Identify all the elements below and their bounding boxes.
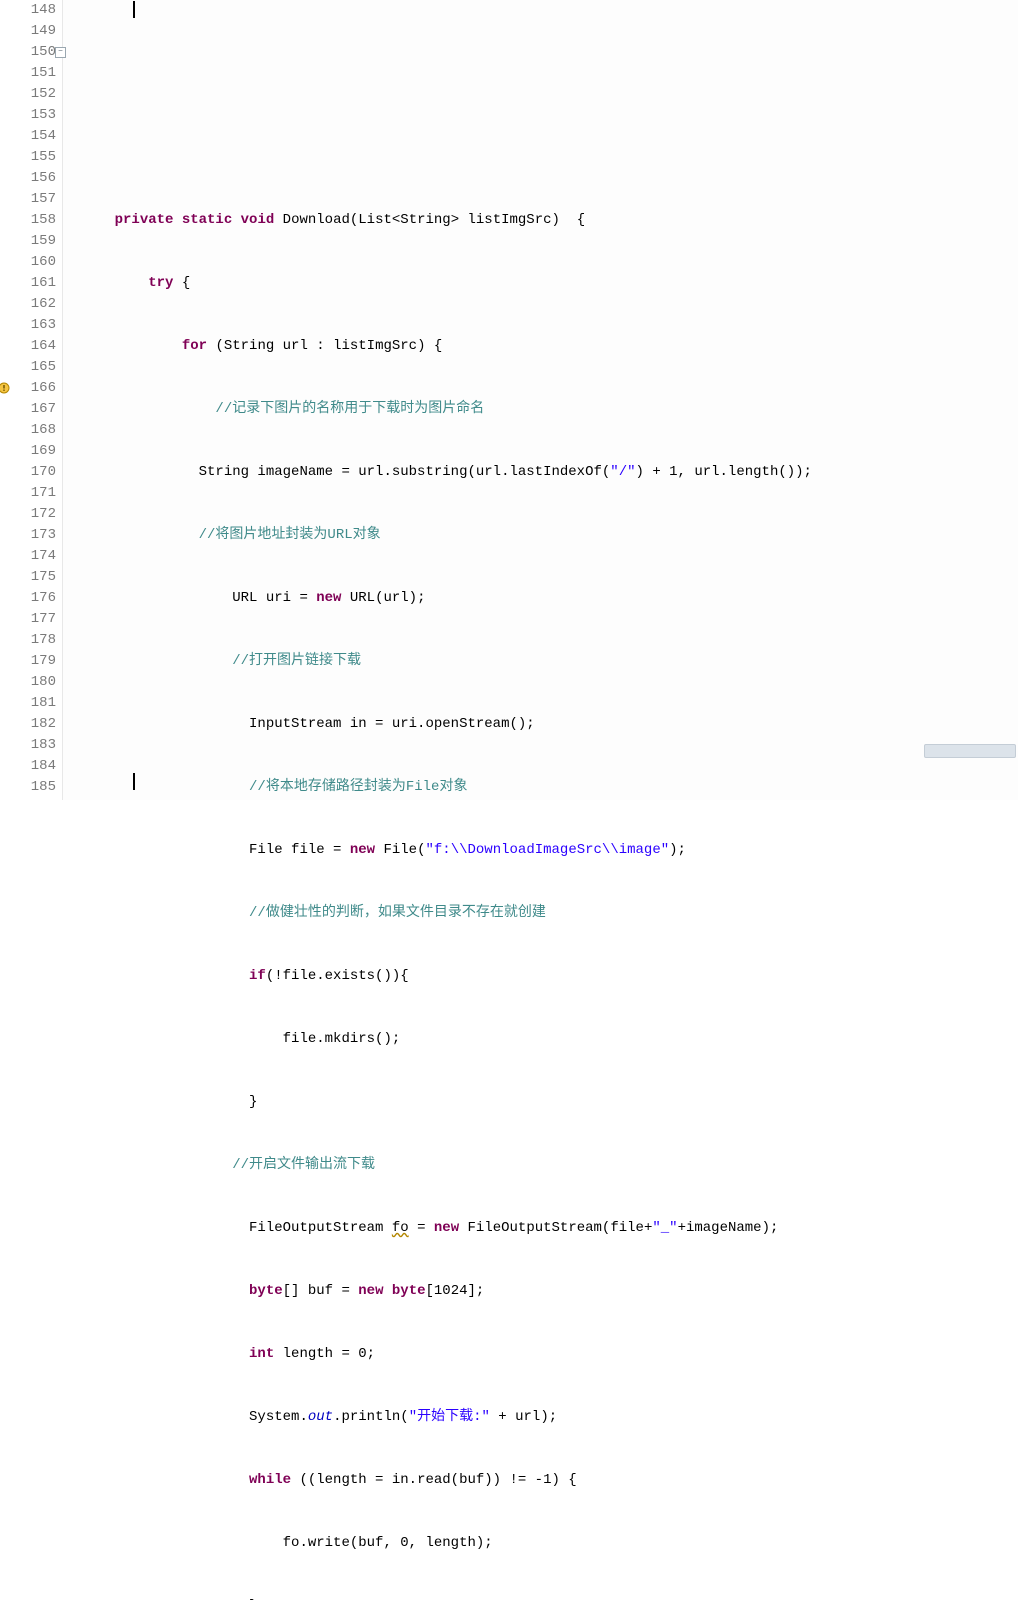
line-number[interactable]: 157 <box>0 189 56 210</box>
keyword: byte <box>392 1283 426 1299</box>
keyword: private <box>115 212 174 228</box>
line-number[interactable]: 155 <box>0 147 56 168</box>
line-number[interactable]: 153 <box>0 105 56 126</box>
warning-icon[interactable] <box>0 382 10 394</box>
keyword: for <box>182 338 207 354</box>
line-number[interactable]: 175 <box>0 567 56 588</box>
code-line[interactable]: //做健壮性的判断，如果文件目录不存在就创建 <box>81 903 1018 924</box>
line-number[interactable]: 176 <box>0 588 56 609</box>
line-number[interactable]: 152 <box>0 84 56 105</box>
line-number[interactable]: 183 <box>0 735 56 756</box>
code-line[interactable]: int length = 0; <box>81 1344 1018 1365</box>
line-number[interactable]: 168 <box>0 420 56 441</box>
code-line[interactable] <box>81 147 1018 168</box>
code-area[interactable]: private static void Download(List<String… <box>63 0 1018 800</box>
horizontal-scrollbar-thumb[interactable] <box>924 744 1016 758</box>
code-line[interactable]: //将图片地址封装为URL对象 <box>81 525 1018 546</box>
line-number[interactable]: 182 <box>0 714 56 735</box>
code-line[interactable]: for (String url : listImgSrc) { <box>81 336 1018 357</box>
comment: //打开图片链接下载 <box>232 653 361 669</box>
code-line[interactable]: //将本地存储路径封装为File对象 <box>81 777 1018 798</box>
code-line[interactable]: File file = new File("f:\\DownloadImageS… <box>81 840 1018 861</box>
code-line[interactable]: file.mkdirs(); <box>81 1029 1018 1050</box>
string-literal: "开始下载:" <box>409 1409 490 1425</box>
keyword: byte <box>249 1283 283 1299</box>
comment: //将本地存储路径封装为File对象 <box>249 779 467 795</box>
code-line[interactable]: InputStream in = uri.openStream(); <box>81 714 1018 735</box>
comment: //记录下图片的名称用于下载时为图片命名 <box>215 401 484 417</box>
code-line[interactable]: //记录下图片的名称用于下载时为图片命名 <box>81 399 1018 420</box>
line-number[interactable]: 163 <box>0 315 56 336</box>
code-line[interactable]: } <box>81 1092 1018 1113</box>
line-number[interactable]: 158 <box>0 210 56 231</box>
keyword: void <box>241 212 275 228</box>
line-number[interactable]: 151 <box>0 63 56 84</box>
code-line[interactable]: //打开图片链接下载 <box>81 651 1018 672</box>
string-literal: "_" <box>652 1220 677 1236</box>
code-line[interactable]: String imageName = url.substring(url.las… <box>81 462 1018 483</box>
line-number[interactable]: 148 <box>0 0 56 21</box>
keyword: if <box>249 968 266 984</box>
keyword: new <box>434 1220 459 1236</box>
line-number[interactable]: 160 <box>0 252 56 273</box>
text-caret <box>133 773 135 790</box>
warning-variable: fo <box>392 1220 409 1236</box>
line-number[interactable]: 161 <box>0 273 56 294</box>
code-line[interactable]: URL uri = new URL(url); <box>81 588 1018 609</box>
line-number[interactable]: 159 <box>0 231 56 252</box>
text-caret <box>133 1 135 18</box>
line-number[interactable]: 150− <box>0 42 56 63</box>
line-number[interactable]: 166 <box>0 378 56 399</box>
line-number[interactable]: 172 <box>0 504 56 525</box>
code-line[interactable]: } <box>81 1596 1018 1600</box>
code-line[interactable]: System.out.println("开始下载:" + url); <box>81 1407 1018 1428</box>
line-number[interactable]: 162 <box>0 294 56 315</box>
line-number[interactable]: 149 <box>0 21 56 42</box>
string-literal: "f:\\DownloadImageSrc\\image" <box>426 842 670 858</box>
comment: //开启文件输出流下载 <box>232 1157 375 1173</box>
line-number[interactable]: 156 <box>0 168 56 189</box>
line-number[interactable]: 165 <box>0 357 56 378</box>
keyword: static <box>182 212 232 228</box>
code-line[interactable]: if(!file.exists()){ <box>81 966 1018 987</box>
line-number[interactable]: 164 <box>0 336 56 357</box>
line-number[interactable]: 184 <box>0 756 56 777</box>
comment: //将图片地址封装为URL对象 <box>199 527 381 543</box>
line-number[interactable]: 167 <box>0 399 56 420</box>
line-number[interactable]: 181 <box>0 693 56 714</box>
code-line[interactable] <box>81 84 1018 105</box>
code-line[interactable]: FileOutputStream fo = new FileOutputStre… <box>81 1218 1018 1239</box>
keyword: int <box>249 1346 274 1362</box>
line-number[interactable]: 173 <box>0 525 56 546</box>
line-number[interactable]: 180 <box>0 672 56 693</box>
line-number[interactable]: 171 <box>0 483 56 504</box>
line-number[interactable]: 169 <box>0 441 56 462</box>
code-line[interactable]: private static void Download(List<String… <box>81 210 1018 231</box>
line-number[interactable]: 174 <box>0 546 56 567</box>
keyword: new <box>358 1283 383 1299</box>
comment: //做健壮性的判断，如果文件目录不存在就创建 <box>249 905 546 921</box>
line-number[interactable]: 179 <box>0 651 56 672</box>
static-field: out <box>308 1409 333 1425</box>
keyword: try <box>148 275 173 291</box>
line-number-gutter[interactable]: 148149150−151152153154155156157158159160… <box>0 0 63 800</box>
code-line[interactable]: while ((length = in.read(buf)) != -1) { <box>81 1470 1018 1491</box>
code-line[interactable]: //开启文件输出流下载 <box>81 1155 1018 1176</box>
code-editor[interactable]: 148149150−151152153154155156157158159160… <box>0 0 1018 800</box>
line-number[interactable]: 170 <box>0 462 56 483</box>
string-literal: "/" <box>610 464 635 480</box>
line-number[interactable]: 154 <box>0 126 56 147</box>
keyword: new <box>316 590 341 606</box>
code-line[interactable]: try { <box>81 273 1018 294</box>
keyword: while <box>249 1472 291 1488</box>
keyword: new <box>350 842 375 858</box>
code-line[interactable]: byte[] buf = new byte[1024]; <box>81 1281 1018 1302</box>
line-number[interactable]: 177 <box>0 609 56 630</box>
code-line[interactable]: fo.write(buf, 0, length); <box>81 1533 1018 1554</box>
line-number[interactable]: 178 <box>0 630 56 651</box>
line-number[interactable]: 185 <box>0 777 56 798</box>
